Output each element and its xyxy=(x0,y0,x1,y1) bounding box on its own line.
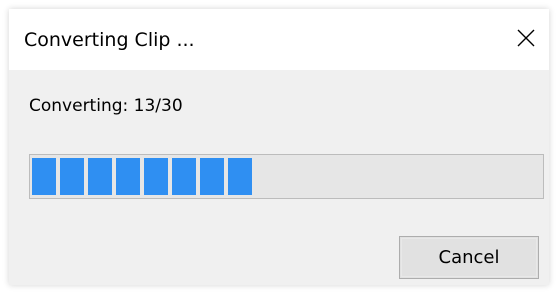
progress-segment xyxy=(88,158,112,195)
progress-segment xyxy=(60,158,84,195)
progress-segment xyxy=(228,158,252,195)
progress-segment xyxy=(172,158,196,195)
progress-segment xyxy=(116,158,140,195)
progress-fill xyxy=(32,158,252,195)
cancel-button[interactable]: Cancel xyxy=(399,236,539,279)
title-bar: Converting Clip ... xyxy=(9,9,549,70)
close-icon xyxy=(517,29,535,51)
dialog-title: Converting Clip ... xyxy=(24,29,195,51)
conversion-status: Converting: 13/30 xyxy=(29,96,183,116)
progress-segment xyxy=(32,158,56,195)
progress-segment xyxy=(144,158,168,195)
progress-segment xyxy=(200,158,224,195)
conversion-progress-bar xyxy=(29,154,544,199)
progress-track xyxy=(32,157,541,196)
converting-dialog: Converting Clip ... Converting: 13/30 Ca… xyxy=(9,9,549,285)
close-button[interactable] xyxy=(503,9,549,70)
